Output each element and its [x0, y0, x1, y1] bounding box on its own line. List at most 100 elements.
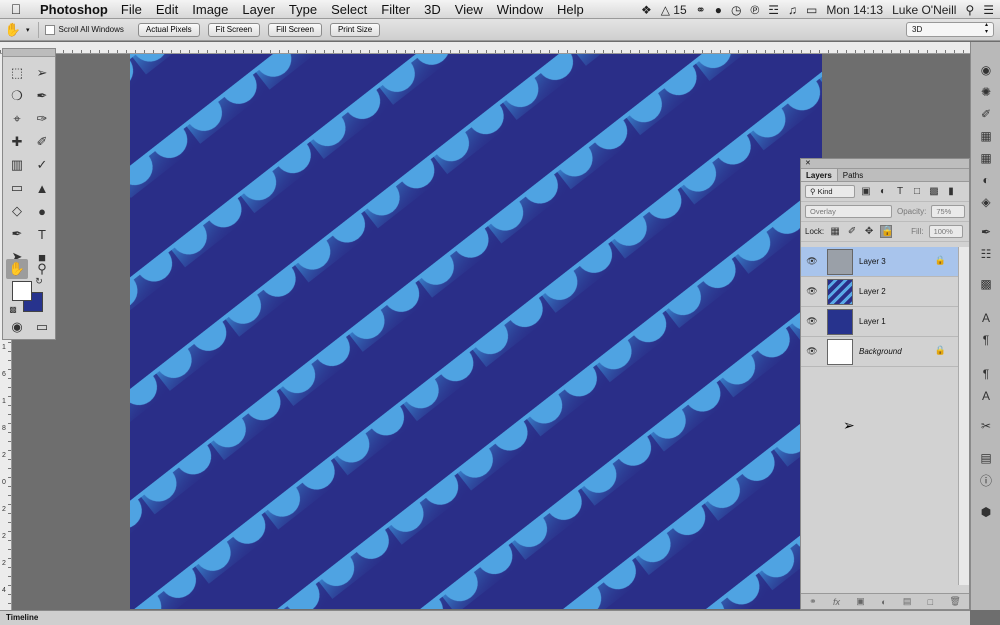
- history-brush-tool-icon[interactable]: ✓: [31, 155, 53, 175]
- swap-colors-icon[interactable]: ↻: [33, 275, 45, 287]
- lock-all-icon[interactable]: 🔒: [880, 225, 894, 238]
- menu-layer[interactable]: Layer: [235, 2, 282, 17]
- fill-field[interactable]: 100%: [928, 225, 963, 238]
- tools-grip[interactable]: [3, 49, 55, 57]
- fill-screen-button[interactable]: Fill Screen: [268, 22, 322, 37]
- clock[interactable]: Mon 14:13: [826, 3, 883, 17]
- paragraph-panel-icon[interactable]: ¶: [975, 330, 997, 350]
- user-name[interactable]: Luke O'Neill: [892, 3, 956, 17]
- paint-bucket-tool-icon[interactable]: ▲: [31, 178, 53, 198]
- new-group-icon[interactable]: ▤: [903, 596, 912, 607]
- styles-panel-icon[interactable]: ▦: [975, 126, 997, 146]
- pixel-filter-icon[interactable]: ▣: [860, 186, 872, 197]
- move-tool-icon[interactable]: ➢: [31, 63, 53, 83]
- screen-mode-icon[interactable]: ▭: [31, 317, 53, 337]
- visibility-eye-icon[interactable]: 👁: [801, 346, 823, 357]
- foreground-color-swatch[interactable]: [12, 281, 32, 301]
- properties-panel-icon[interactable]: ☷: [975, 244, 997, 264]
- paragraph-styles-icon[interactable]: A: [975, 386, 997, 406]
- menu-select[interactable]: Select: [324, 2, 374, 17]
- adobe-icon[interactable]: △ 15: [661, 3, 687, 17]
- pen-tool-icon[interactable]: ✒: [6, 224, 28, 244]
- channels-panel-icon[interactable]: ◈: [975, 192, 997, 212]
- eraser-tool-icon[interactable]: ▭: [6, 178, 28, 198]
- clone-source-icon[interactable]: ▩: [975, 274, 997, 294]
- hand-tool-icon[interactable]: ✋: [0, 22, 26, 38]
- apple-icon[interactable]: : [0, 0, 32, 19]
- visibility-eye-icon[interactable]: 👁: [801, 256, 823, 267]
- timeline-panel[interactable]: Timeline: [0, 610, 970, 625]
- layer-row-layer-1[interactable]: 👁 Layer 1: [801, 307, 958, 337]
- app-menu[interactable]: Photoshop: [32, 2, 114, 17]
- eyedropper-tool-icon[interactable]: ✑: [31, 109, 53, 129]
- visibility-eye-icon[interactable]: 👁: [801, 286, 823, 297]
- battery-icon[interactable]: ▭: [806, 3, 817, 17]
- blend-mode-select[interactable]: Overlay: [805, 205, 892, 218]
- stamp-tool-icon[interactable]: ▥: [6, 155, 28, 175]
- list-icon[interactable]: ☰: [983, 3, 994, 17]
- document-canvas[interactable]: [130, 54, 822, 609]
- creative-cloud-icon[interactable]: ⚭: [696, 3, 706, 17]
- menu-help[interactable]: Help: [550, 2, 591, 17]
- tool-presets-icon[interactable]: ✒: [975, 222, 997, 242]
- adjustments-panel-icon[interactable]: ◐: [975, 170, 997, 190]
- measurement-log-icon[interactable]: ▤: [975, 448, 997, 468]
- character-styles-icon[interactable]: ¶: [975, 364, 997, 384]
- dropbox-icon[interactable]: ❖: [641, 3, 652, 17]
- time-machine-icon[interactable]: ◷: [731, 3, 741, 17]
- lock-position-icon[interactable]: ✥: [863, 226, 875, 237]
- hand-tool-icon[interactable]: ✋: [6, 259, 28, 279]
- menu-view[interactable]: View: [448, 2, 490, 17]
- panel-header[interactable]: ✕: [801, 159, 969, 169]
- kind-filter-select[interactable]: ⚲ Kind: [805, 185, 855, 198]
- search-icon[interactable]: ⚲: [965, 3, 974, 17]
- grid-panel-icon[interactable]: ▦: [975, 148, 997, 168]
- volume-icon[interactable]: ♫: [788, 3, 797, 17]
- print-size-button[interactable]: Print Size: [329, 22, 381, 37]
- menu-image[interactable]: Image: [185, 2, 235, 17]
- opacity-field[interactable]: 75%: [931, 205, 965, 218]
- character-panel-icon[interactable]: A: [975, 308, 997, 328]
- menu-edit[interactable]: Edit: [149, 2, 185, 17]
- visibility-eye-icon[interactable]: 👁: [801, 316, 823, 327]
- brush-tool-icon[interactable]: ✐: [31, 132, 53, 152]
- type-tool-icon[interactable]: T: [31, 224, 53, 244]
- lock-transparency-icon[interactable]: ▦: [829, 226, 841, 237]
- layer-row-background[interactable]: 👁 Background 🔒: [801, 337, 958, 367]
- quick-select-tool-icon[interactable]: ✒: [31, 86, 53, 106]
- blur-tool-icon[interactable]: ◇: [6, 201, 28, 221]
- menu-type[interactable]: Type: [282, 2, 324, 17]
- marquee-tool-icon[interactable]: ⬚: [6, 63, 28, 83]
- sync-icon[interactable]: ●: [715, 3, 722, 17]
- layer-style-icon[interactable]: fx: [833, 597, 840, 607]
- lock-pixels-icon[interactable]: ✐: [846, 226, 858, 237]
- dodge-tool-icon[interactable]: ●: [31, 201, 53, 221]
- layer-row-layer-2[interactable]: 👁 Layer 2: [801, 277, 958, 307]
- quick-mask-icon[interactable]: ◉: [6, 317, 28, 337]
- shape-filter-icon[interactable]: □: [911, 186, 923, 197]
- menu-file[interactable]: File: [114, 2, 149, 17]
- smart-object-filter-icon[interactable]: ▩: [928, 186, 940, 197]
- adjustment-layer-icon[interactable]: ◐: [881, 597, 886, 607]
- fit-screen-button[interactable]: Fit Screen: [207, 22, 261, 37]
- type-filter-icon[interactable]: T: [894, 186, 906, 197]
- crop-tool-icon[interactable]: ⌖: [6, 109, 28, 129]
- swatches-panel-icon[interactable]: ✺: [975, 82, 997, 102]
- layers-scrollbar[interactable]: [958, 247, 969, 585]
- new-layer-icon[interactable]: □: [928, 597, 933, 607]
- add-mask-icon[interactable]: ▣: [856, 596, 865, 607]
- workspace-select[interactable]: 3D: [906, 22, 994, 37]
- menu-filter[interactable]: Filter: [374, 2, 417, 17]
- 3d-panel-icon[interactable]: ⬢: [975, 502, 997, 522]
- lasso-tool-icon[interactable]: ❍: [6, 86, 28, 106]
- info-panel-icon[interactable]: ⓘ: [975, 470, 997, 490]
- menu-3d[interactable]: 3D: [417, 2, 448, 17]
- adjustment-filter-icon[interactable]: ◐: [877, 186, 889, 197]
- menu-window[interactable]: Window: [490, 2, 550, 17]
- tools-scissors-icon[interactable]: ✂: [975, 416, 997, 436]
- delete-layer-icon[interactable]: 🗑: [949, 596, 960, 607]
- actual-pixels-button[interactable]: Actual Pixels: [137, 22, 200, 37]
- tab-paths[interactable]: Paths: [838, 169, 868, 181]
- bluetooth-icon[interactable]: ℗: [750, 3, 759, 17]
- wifi-icon[interactable]: ☲: [768, 3, 779, 17]
